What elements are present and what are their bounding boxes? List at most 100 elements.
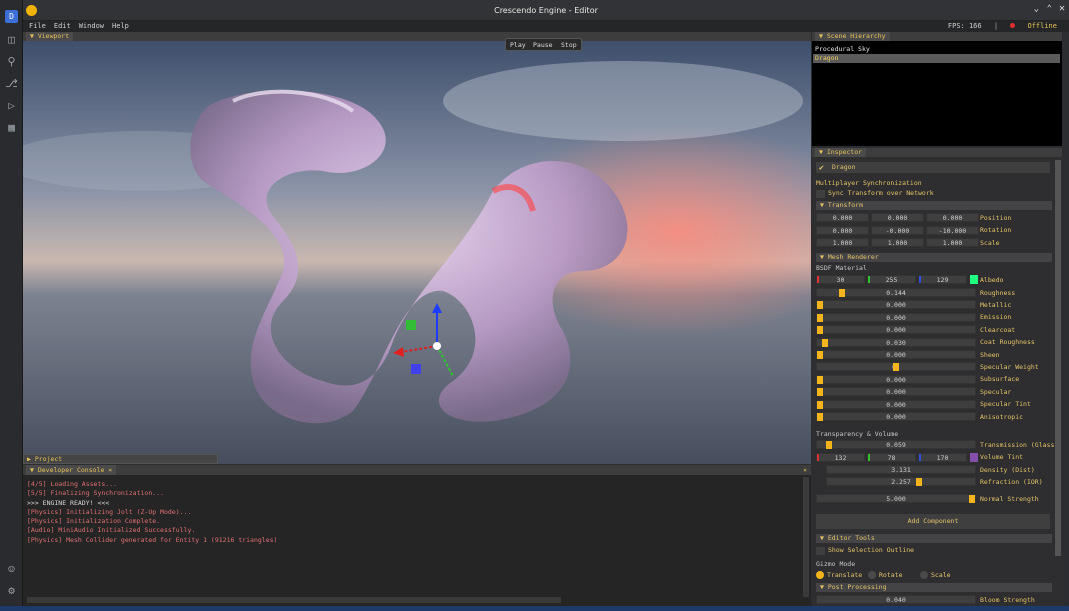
- anisotropic-knob[interactable]: [817, 413, 823, 421]
- volume-tint-swatch[interactable]: [970, 452, 978, 462]
- transform-position-z[interactable]: 0.000: [926, 213, 979, 222]
- add-component-button[interactable]: Add Component: [816, 514, 1050, 529]
- albedo-swatch[interactable]: [970, 275, 978, 284]
- extensions-icon[interactable]: ▦: [5, 121, 18, 134]
- play-button[interactable]: Play: [510, 39, 526, 51]
- refraction-slider[interactable]: 2.257: [826, 477, 976, 486]
- search-icon[interactable]: ⚲: [5, 55, 18, 68]
- normal-strength-slider[interactable]: 5.000: [816, 494, 976, 503]
- roughness-knob[interactable]: [839, 289, 845, 297]
- gizmo-rotate-radio[interactable]: [868, 571, 876, 579]
- show-outline-checkbox[interactable]: [816, 547, 825, 555]
- transform-position-y[interactable]: 0.000: [871, 213, 924, 222]
- roughness-label: Roughness: [980, 288, 1016, 297]
- inspector-scrollbar[interactable]: [1055, 160, 1061, 556]
- inspector-tab[interactable]: ▼ Inspector: [815, 148, 867, 157]
- minimize-icon[interactable]: ⌄: [1034, 4, 1039, 14]
- hierarchy-item-dragon[interactable]: Dragon: [815, 54, 838, 62]
- specular-weight-knob[interactable]: [893, 363, 899, 372]
- clearcoat-slider[interactable]: 0.000: [816, 325, 976, 335]
- subsurface-knob[interactable]: [817, 375, 823, 384]
- post-processing-header[interactable]: ▼ Post Processing: [816, 583, 1052, 592]
- transform-rotation-z[interactable]: -10.000: [926, 225, 979, 235]
- transform-scale-z[interactable]: 1.000: [926, 238, 979, 247]
- viewport-scene[interactable]: [23, 41, 811, 464]
- app-logo-icon[interactable]: D: [5, 10, 18, 23]
- transform-header-label: Transform: [827, 201, 864, 209]
- albedo-b[interactable]: 129: [918, 275, 967, 284]
- transmission-knob[interactable]: [826, 441, 832, 449]
- normal-strength-knob[interactable]: [969, 495, 975, 503]
- refraction-label: Refraction (IOR): [980, 477, 1043, 486]
- specular-knob[interactable]: [817, 388, 823, 397]
- project-tab[interactable]: ▶ Project: [27, 455, 62, 463]
- hierarchy-item-sky[interactable]: Procedural Sky: [815, 45, 870, 53]
- density-slider[interactable]: 3.131: [826, 465, 976, 474]
- console-line: [Physics] Initializing Jolt (Z-Up Mode).…: [27, 507, 192, 516]
- console-input[interactable]: [27, 597, 561, 603]
- anisotropic-slider[interactable]: 0.000: [816, 412, 976, 421]
- transmission-slider[interactable]: 0.059: [816, 440, 976, 449]
- specular-tint-knob[interactable]: [817, 400, 823, 409]
- clearcoat-knob[interactable]: [817, 326, 823, 335]
- subsurface-slider[interactable]: 0.000: [816, 374, 976, 384]
- source-control-icon[interactable]: ⎇: [5, 77, 18, 90]
- console-tab[interactable]: ▼ Developer Console ×: [26, 465, 117, 475]
- menu-edit[interactable]: Edit: [54, 21, 71, 32]
- transform-scale-x[interactable]: 1.000: [816, 238, 869, 247]
- stop-button[interactable]: Stop: [561, 39, 577, 51]
- close-icon[interactable]: ✕: [1059, 3, 1065, 14]
- emission-knob[interactable]: [817, 313, 823, 322]
- sheen-slider[interactable]: 0.000: [816, 350, 976, 359]
- project-panel-header[interactable]: ▶ Project: [23, 454, 218, 464]
- roughness-slider[interactable]: 0.144: [816, 288, 976, 297]
- metallic-knob[interactable]: [817, 301, 823, 310]
- mesh-renderer-header[interactable]: ▼ Mesh Renderer: [816, 253, 1052, 262]
- transform-rotation-x[interactable]: 0.000: [816, 225, 869, 235]
- gear-icon[interactable]: ⚙: [5, 584, 18, 597]
- account-icon[interactable]: ☺: [5, 563, 18, 576]
- inspector-header: ▼ Inspector: [812, 148, 1062, 157]
- albedo-g[interactable]: 255: [867, 275, 916, 284]
- refraction-knob[interactable]: [916, 478, 922, 486]
- console-scrollbar[interactable]: [803, 477, 809, 597]
- mp-sync-checkbox[interactable]: [816, 190, 825, 198]
- files-icon[interactable]: ◫: [5, 33, 18, 46]
- specular-slider[interactable]: 0.000: [816, 387, 976, 397]
- volume-tint-r[interactable]: 132: [816, 452, 865, 462]
- transform-rotation-y[interactable]: -0.000: [871, 225, 924, 235]
- metallic-slider[interactable]: 0.000: [816, 300, 976, 310]
- specular-tint-slider[interactable]: 0.000: [816, 399, 976, 409]
- gizmo-scale-radio[interactable]: [920, 571, 928, 579]
- transform-position-x[interactable]: 0.000: [816, 213, 869, 222]
- coat-roughness-knob[interactable]: [822, 338, 828, 347]
- menu-help[interactable]: Help: [112, 21, 129, 32]
- hierarchy-tab[interactable]: ▼ Scene Hierarchy: [815, 32, 890, 41]
- maximize-icon[interactable]: ⌃: [1047, 4, 1052, 14]
- pause-button[interactable]: Pause: [533, 39, 553, 51]
- sheen-knob[interactable]: [817, 351, 823, 359]
- bloom-strength-slider[interactable]: 0.040: [816, 595, 976, 604]
- entity-name-field[interactable]: Dragon: [832, 162, 855, 173]
- editor-tools-header[interactable]: ▼ Editor Tools: [816, 534, 1052, 543]
- menu-file[interactable]: File: [29, 21, 46, 32]
- viewport-tab[interactable]: ▼ Viewport: [26, 32, 74, 41]
- gizmo-translate-radio[interactable]: [816, 571, 824, 579]
- console-close-icon[interactable]: ×: [803, 465, 807, 475]
- run-debug-icon[interactable]: ▷: [5, 99, 18, 112]
- viewport-panel[interactable]: ▼ Viewport: [23, 32, 811, 464]
- specular-weight-slider[interactable]: 0.: [816, 362, 976, 372]
- albedo-r[interactable]: 30: [816, 275, 865, 284]
- active-check-icon[interactable]: ✔: [819, 162, 824, 173]
- transform-header[interactable]: ▼ Transform: [816, 201, 1052, 210]
- console-tab-close-icon[interactable]: ×: [108, 466, 112, 474]
- console-tab-label: Developer Console: [37, 466, 105, 474]
- menu-window[interactable]: Window: [79, 21, 104, 32]
- emission-slider[interactable]: 0.000: [816, 312, 976, 322]
- bsdf-title: BSDF Material: [816, 264, 867, 272]
- tv-title: Transparency & Volume: [816, 430, 899, 438]
- coat-roughness-slider[interactable]: 0.030: [816, 337, 976, 347]
- volume-tint-g[interactable]: 78: [867, 452, 916, 462]
- transform-scale-y[interactable]: 1.000: [871, 238, 924, 247]
- volume-tint-b[interactable]: 170: [918, 452, 967, 462]
